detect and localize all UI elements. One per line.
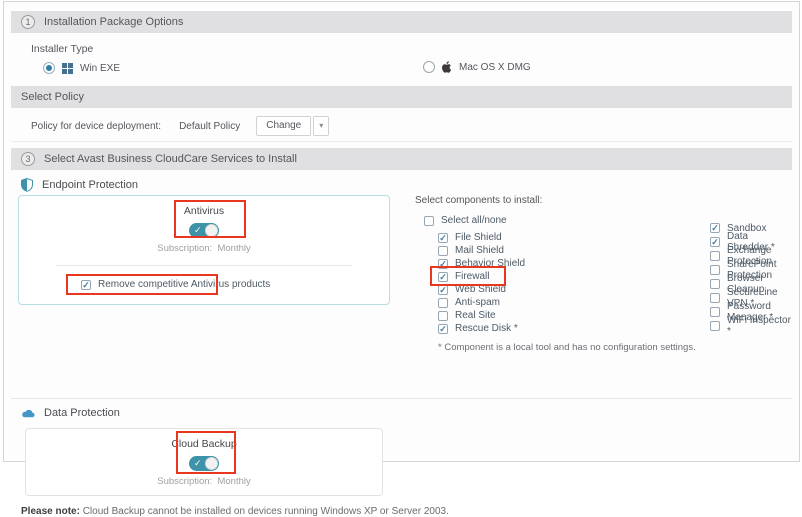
caret-down-icon: ▾ [319,121,323,130]
toggle-knob [205,224,218,237]
mac-dmg-label: Mac OS X DMG [459,62,531,73]
step1-bar: 1 Installation Package Options [11,11,792,33]
checkbox-icon: ✓ [438,324,448,334]
checkbox-icon: ✓ [438,272,448,282]
checkbox-icon [710,279,720,289]
antivirus-card-divider [56,265,352,266]
change-split-button: Change ▾ [256,116,329,136]
component-label: Web Shield [455,284,506,295]
component-label: File Shield [455,232,502,243]
change-dropdown-button[interactable]: ▾ [313,116,329,136]
radio-button-selected[interactable] [43,62,55,74]
cloud-backup-toggle[interactable]: ✓ [189,456,219,471]
toggle-knob [205,457,218,470]
subscription-value: Monthly [217,476,250,487]
note-bold: Please note: [21,506,80,517]
section-divider [11,398,792,399]
windows-logo-icon [62,63,73,74]
components-footnote: * Component is a local tool and has no c… [438,342,792,353]
cloud-icon [21,409,35,418]
antivirus-card: Antivirus ✓ Subscription: Monthly ✓ Remo… [18,195,390,305]
subscription-label: Subscription: [157,476,212,487]
checkbox-icon: ✓ [710,223,720,233]
component-label: Anti-spam [455,297,500,308]
checkbox-icon: ✓ [438,259,448,269]
policy-value: Default Policy [179,121,240,132]
policy-row: Policy for device deployment: Default Po… [11,108,792,142]
checkbox-icon: ✓ [81,280,91,290]
select-policy-bar: Select Policy [11,86,792,108]
remove-competitive-checkbox[interactable]: ✓ Remove competitive Antivirus products [81,278,270,291]
cloud-backup-card: Cloud Backup ✓ Subscription: Monthly [25,428,383,496]
data-protection-header: Data Protection [21,405,792,421]
radio-mac-dmg[interactable]: Mac OS X DMG [423,61,531,73]
step3-title: Select Avast Business CloudCare Services… [44,153,297,165]
cloud-backup-title: Cloud Backup [171,438,236,450]
page-frame: 1 Installation Package Options Installer… [3,1,800,462]
component-label: Rescue Disk * [455,323,518,334]
remove-competitive-label: Remove competitive Antivirus products [98,279,270,290]
radio-button-unselected[interactable] [423,61,435,73]
checkbox-icon [424,216,434,226]
components-panel: Select components to install: Select all… [415,195,792,353]
win-exe-label: Win EXE [80,63,120,74]
checkbox-icon [710,307,720,317]
endpoint-protection-title: Endpoint Protection [42,179,138,191]
component-label: Real Site [455,310,496,321]
policy-deployment-label: Policy for device deployment: [31,121,161,132]
cloud-backup-subscription: Subscription: Monthly [157,476,250,487]
checkbox-icon [710,265,720,275]
select-policy-title: Select Policy [21,91,84,103]
component-label: Behavior Shield [455,258,525,269]
endpoint-protection-header: Endpoint Protection [21,177,792,193]
step3-number: 3 [21,152,35,166]
component-label: Firewall [455,271,489,282]
components-label: Select components to install: [415,195,792,206]
radio-win-exe[interactable]: Win EXE [43,62,120,74]
component-label: Mail Shield [455,245,504,256]
antivirus-toggle[interactable]: ✓ [189,223,219,238]
checkbox-icon [710,321,720,331]
subscription-value: Monthly [217,243,250,254]
subscription-label: Subscription: [157,243,212,254]
component-wifi-inspector[interactable]: WiFi Inspector * [710,319,792,333]
checkbox-icon: ✓ [438,233,448,243]
endpoint-main-row: Antivirus ✓ Subscription: Monthly ✓ Remo… [11,195,792,353]
note-text: Cloud Backup cannot be installed on devi… [80,506,449,517]
toggle-check-icon: ✓ [194,224,202,237]
apple-icon [442,61,452,73]
checkbox-icon [710,293,720,303]
data-protection-title: Data Protection [44,407,120,419]
antivirus-title: Antivirus [184,205,224,217]
installer-type-section: Installer Type Win EXE Mac OS X DMG [11,33,792,86]
checkbox-icon [438,298,448,308]
step1-title: Installation Package Options [44,16,183,28]
components-right-list: ✓ Sandbox ✓ Data Shredder * Exchange Pro… [710,221,792,333]
checkbox-icon [438,246,448,256]
step3-bar: 3 Select Avast Business CloudCare Servic… [11,148,792,170]
checkbox-icon: ✓ [710,237,720,247]
checkbox-icon [438,311,448,321]
checkbox-icon [710,251,720,261]
toggle-check-icon: ✓ [194,457,202,470]
installer-type-label: Installer Type [31,43,792,55]
installer-radio-row: Win EXE Mac OS X DMG [31,61,792,76]
select-all-label: Select all/none [441,215,507,226]
shield-icon [21,178,33,192]
antivirus-subscription: Subscription: Monthly [157,243,250,254]
step1-number: 1 [21,15,35,29]
change-button[interactable]: Change [256,116,311,136]
component-label: WiFi Inspector * [727,315,792,337]
cloud-backup-note: Please note: Cloud Backup cannot be inst… [21,506,792,517]
checkbox-icon: ✓ [438,285,448,295]
